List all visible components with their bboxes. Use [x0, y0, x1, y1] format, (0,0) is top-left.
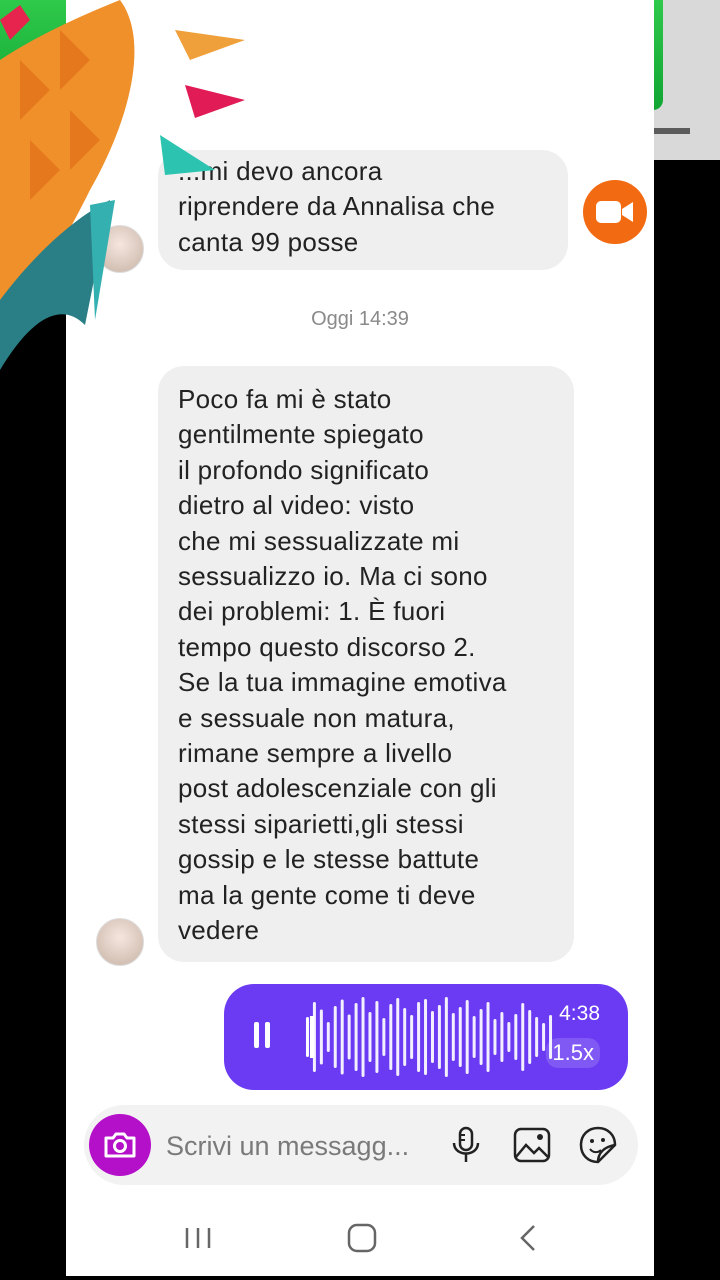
waveform-bar: [430, 1011, 434, 1063]
message-composer: [84, 1105, 638, 1185]
video-camera-icon: [596, 201, 633, 223]
message-bubble-long[interactable]: Poco fa mi è stato gentilmente spiegato …: [158, 366, 574, 962]
waveform-bar: [444, 997, 448, 1077]
voice-message-bubble[interactable]: 4:38 1.5x: [224, 984, 628, 1090]
image-icon[interactable]: [512, 1125, 552, 1165]
waveform-bar: [319, 1009, 323, 1065]
waveform-bar: [347, 1014, 351, 1060]
voice-waveform[interactable]: [304, 996, 554, 1078]
waveform-bar: [542, 1023, 546, 1051]
waveform-bar: [465, 1000, 469, 1074]
waveform-bar: [514, 1014, 518, 1060]
waveform-bar: [361, 997, 365, 1077]
home-icon[interactable]: [342, 1218, 382, 1258]
message-text: Poco fa mi è stato gentilmente spiegato …: [178, 384, 507, 946]
waveform-bar: [521, 1003, 525, 1071]
waveform-bar: [396, 998, 400, 1076]
waveform-bar: [410, 1015, 414, 1059]
waveform-bar: [437, 1005, 441, 1069]
waveform-bar: [528, 1010, 532, 1064]
chat-timestamp: Oggi 14:39: [311, 308, 409, 330]
microphone-icon[interactable]: [446, 1125, 486, 1165]
waveform-bar: [417, 1002, 421, 1072]
voice-duration: 4:38: [559, 1002, 600, 1025]
back-icon[interactable]: [508, 1218, 548, 1258]
waveform-bar: [305, 1017, 309, 1057]
waveform-bar: [382, 1018, 386, 1056]
message-input[interactable]: [164, 1127, 438, 1165]
waveform-bar: [368, 1012, 372, 1062]
waveform-bar: [486, 1002, 490, 1072]
waveform-bar: [500, 1012, 504, 1062]
system-navigation-bar: [66, 1200, 654, 1276]
waveform-bar: [458, 1007, 462, 1067]
waveform-bar: [424, 999, 428, 1075]
waveform-bar: [535, 1017, 539, 1057]
pause-icon[interactable]: [254, 1022, 272, 1048]
waveform-bar: [389, 1004, 393, 1070]
waveform-bar: [403, 1008, 407, 1066]
waveform-bar: [472, 1016, 476, 1058]
playback-cursor[interactable]: [309, 1016, 314, 1058]
waveform-bar: [333, 1006, 337, 1068]
waveform-bar: [375, 1001, 379, 1073]
waveform-bar: [354, 1003, 358, 1071]
video-call-button[interactable]: [583, 180, 647, 244]
playback-speed-button[interactable]: 1.5x: [546, 1038, 600, 1068]
waveform-bar: [326, 1022, 330, 1052]
camera-icon: [104, 1132, 136, 1158]
waveform-bar: [340, 999, 344, 1075]
waveform-bar: [507, 1022, 511, 1052]
waveform-bar: [451, 1013, 455, 1061]
recent-apps-icon[interactable]: [178, 1218, 218, 1258]
camera-button[interactable]: [89, 1114, 151, 1176]
waveform-bar: [479, 1009, 483, 1065]
avatar[interactable]: [96, 918, 144, 966]
sticker-icon[interactable]: [578, 1125, 618, 1165]
waveform-bar: [493, 1019, 497, 1055]
